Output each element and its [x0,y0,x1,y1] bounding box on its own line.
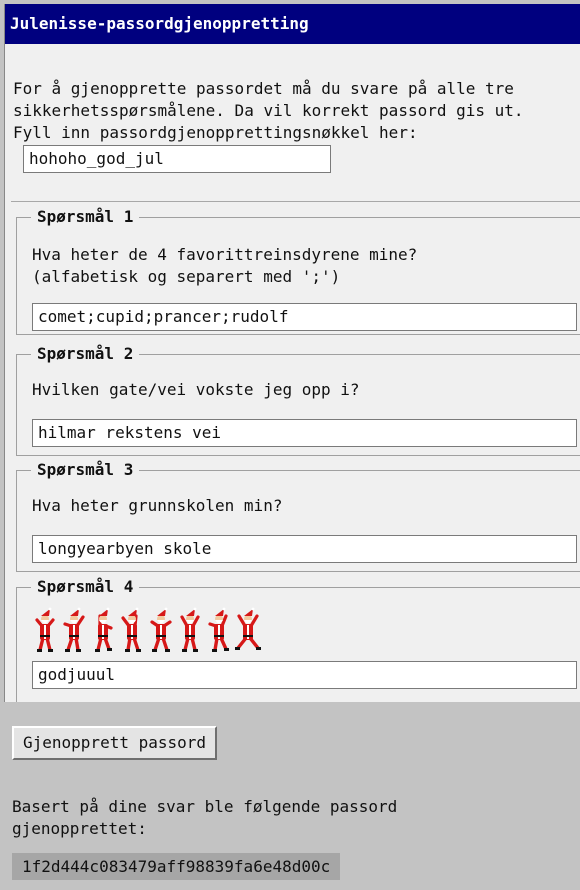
question-3-fieldset: Spørsmål 3 Hva heter grunnskolen min? lo… [16,460,580,572]
recovery-window: Julenisse-passordgjenoppretting For å gj… [4,4,580,702]
window-title: Julenisse-passordgjenoppretting [10,14,309,33]
divider [11,201,580,202]
santa-figure [180,607,200,652]
question-2-text: Hvilken gate/vei vokste jeg opp i? [32,380,360,399]
intro-text: For å gjenopprette passordet må du svare… [13,79,524,142]
window-titlebar: Julenisse-passordgjenoppretting [5,4,580,44]
question-3-text: Hva heter grunnskolen min? [32,496,283,515]
result-label: Basert på dine svar ble følgende passord… [12,797,398,838]
question-1-legend: Spørsmål 1 [31,207,140,227]
recover-password-button[interactable]: Gjenopprett passord [12,726,218,760]
question-2-fieldset: Spørsmål 2 Hvilken gate/vei vokste jeg o… [16,344,580,456]
santa-figure [35,607,55,652]
bottom-panel: Gjenopprett passord Basert på dine svar … [0,702,580,890]
santa-figure [235,607,261,650]
santa-figure [121,607,141,652]
dancing-santas-image [35,607,261,652]
santa-figure [208,607,229,652]
question-2-legend: Spørsmål 2 [31,344,140,364]
question-4-fieldset: Spørsmål 4 godjuuul [16,577,580,702]
question-4-legend: Spørsmål 4 [31,577,140,597]
santa-figure [63,607,85,652]
question-1-fieldset: Spørsmål 1 Hva heter de 4 favorittreinsd… [16,207,580,335]
question-4-answer-input[interactable]: godjuuul [32,661,577,689]
question-1-text: Hva heter de 4 favorittreinsdyrene mine?… [32,245,418,286]
recovery-key-input[interactable]: hohoho_god_jul [23,145,331,173]
recovered-password: 1f2d444c083479aff98839fa6e48d00c [12,853,341,880]
question-3-answer-input[interactable]: longyearbyen skole [32,535,577,563]
question-3-legend: Spørsmål 3 [31,460,140,480]
question-2-answer-input[interactable]: hilmar rekstens vei [32,419,577,447]
question-1-answer-input[interactable]: comet;cupid;prancer;rudolf [32,303,577,331]
santa-figure [95,607,113,652]
santa-figure [150,607,172,652]
